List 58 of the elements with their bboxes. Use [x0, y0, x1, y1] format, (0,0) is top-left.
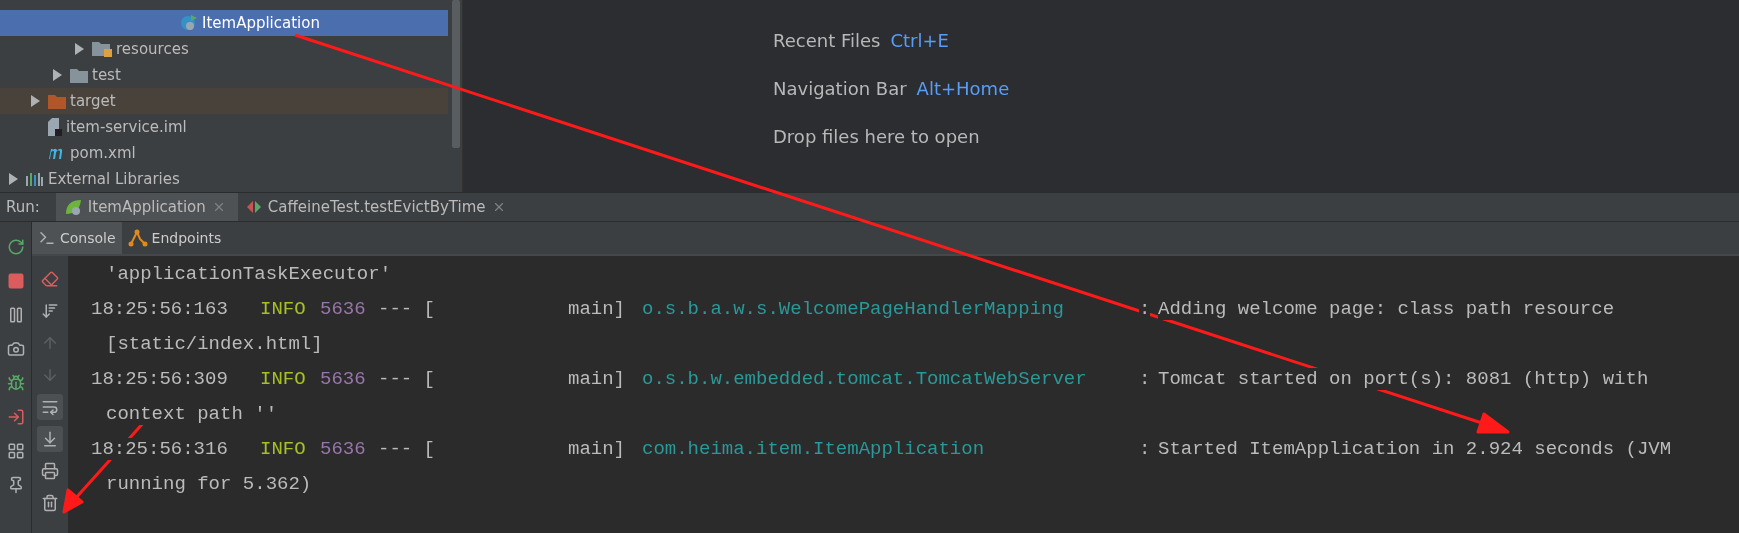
tree-item-label: pom.xml [70, 144, 136, 162]
run-label: Run: [5, 197, 41, 218]
libraries-icon [26, 172, 44, 186]
shortcut-text: Alt+Home [916, 78, 1010, 99]
log-time: 18:25:56:316 [91, 437, 228, 460]
tree-item[interactable]: resources [0, 36, 448, 62]
eraser-icon [41, 270, 59, 288]
collapsed-arrow-icon[interactable] [74, 43, 84, 55]
file-icon [48, 118, 62, 136]
hint-label: Navigation Bar [773, 78, 907, 99]
run-tab[interactable]: CaffeineTest.testEvictByTime [237, 193, 518, 221]
soft-wrap-icon [41, 398, 59, 416]
tree-item-label: item-service.iml [66, 118, 187, 136]
drop-hint: Drop files here to open [773, 126, 980, 147]
rerun-icon [6, 238, 25, 256]
tree-item[interactable]: ItemApplication [0, 10, 448, 36]
run-tab-label: CaffeineTest.testEvictByTime [267, 198, 486, 216]
tree-item[interactable]: test [0, 62, 448, 88]
tree-item[interactable]: External Libraries [0, 166, 448, 192]
console-tab[interactable]: Endpoints [121, 222, 228, 254]
printer-icon [41, 462, 59, 480]
console-tab[interactable]: Console [32, 222, 122, 254]
spring-class-icon [180, 14, 198, 32]
trash-icon [41, 494, 59, 512]
soft-wrap-button[interactable] [37, 394, 63, 420]
scroll-to-end-button[interactable] [37, 426, 63, 452]
tree-item-label: target [70, 92, 116, 110]
sort-down-icon [41, 302, 59, 320]
tree-item[interactable]: target [0, 88, 448, 114]
scroll-to-end-icon [41, 430, 59, 448]
collapsed-arrow-icon[interactable] [8, 173, 18, 185]
tree-item-label: resources [116, 40, 189, 58]
tree-item-label: External Libraries [48, 170, 180, 188]
tree-item-label: test [92, 66, 121, 84]
endpoints-icon [127, 229, 148, 247]
tree-item[interactable]: pom.xml [0, 140, 448, 166]
collapsed-arrow-icon[interactable] [52, 69, 62, 81]
tree-item-label: ItemApplication [202, 14, 320, 32]
shortcut-text: Ctrl+E [890, 30, 949, 51]
run-tab[interactable]: ItemApplication [55, 193, 238, 221]
console-icon [38, 229, 56, 247]
exit-icon [6, 408, 25, 426]
camera-icon [6, 340, 25, 358]
collapsed-arrow-icon[interactable] [30, 95, 40, 107]
console-tab-label: Endpoints [151, 230, 222, 246]
layout-icon [6, 442, 25, 460]
scrollbar[interactable] [452, 0, 460, 148]
tree-item[interactable]: item-service.iml [0, 114, 448, 140]
resources-folder-icon [92, 41, 112, 57]
run-tab-label: ItemApplication [87, 198, 206, 216]
spring-leaf-icon [63, 198, 82, 216]
bug-icon [6, 374, 25, 392]
log-message: Tomcat started on port(s): 8081 (http) with [1158, 367, 1649, 390]
stop-icon [6, 272, 25, 290]
console-tab-label: Console [60, 230, 116, 246]
arrow-down-icon [41, 366, 59, 384]
hint-label: Recent Files [773, 30, 881, 51]
test-diamond-icon [245, 200, 262, 214]
